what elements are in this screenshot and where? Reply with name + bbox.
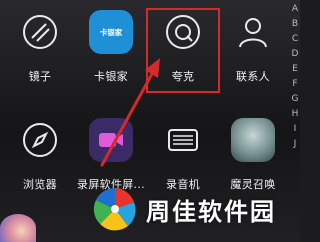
index-letter[interactable]: I: [294, 122, 297, 137]
pinwheel-logo-icon: [93, 187, 136, 231]
watermark: 周佳软件园: [90, 181, 300, 237]
index-letter[interactable]: C: [292, 32, 298, 47]
recorder-icon: [161, 118, 205, 162]
app-label: 夸克: [171, 70, 195, 83]
quark-icon: [161, 10, 205, 54]
watermark-text: 周佳软件园: [146, 197, 276, 226]
icon-text: 卡银家: [99, 27, 123, 37]
app-bank-card[interactable]: 卡银家 卡银家: [76, 10, 146, 88]
app-label: 卡银家: [94, 70, 128, 83]
index-letter[interactable]: H: [292, 107, 299, 122]
app-quark[interactable]: 夸克: [148, 10, 218, 88]
screen-record-icon: [89, 118, 133, 162]
mirror-icon: [18, 10, 62, 54]
app-label: 镜子: [28, 70, 52, 83]
app-browser[interactable]: 浏览器: [5, 118, 75, 196]
index-letter[interactable]: B: [292, 17, 298, 32]
app-label: 联系人: [236, 70, 270, 83]
index-letter[interactable]: J: [294, 137, 297, 152]
index-letter[interactable]: F: [292, 77, 297, 92]
app-contacts[interactable]: 联系人: [218, 10, 288, 88]
contacts-icon: [231, 10, 275, 54]
bank-card-icon: 卡银家: [89, 10, 133, 54]
partial-app-icon[interactable]: [0, 214, 36, 242]
index-letter[interactable]: E: [292, 62, 298, 77]
index-letter[interactable]: D: [292, 47, 299, 62]
app-drawer-screen: 镜子 卡银家 卡银家 夸克 联系人 浏览器 录屏软件屏... 录音机 魔灵召唤 …: [0, 0, 300, 242]
app-mirror[interactable]: 镜子: [5, 10, 75, 88]
game-avatar-icon: [231, 118, 275, 162]
index-letter[interactable]: A: [292, 2, 298, 17]
browser-compass-icon: [18, 118, 62, 162]
app-label: 浏览器: [23, 178, 57, 191]
index-letter[interactable]: G: [292, 92, 299, 107]
alphabet-index[interactable]: ABCDEFGHIJ: [290, 2, 300, 152]
